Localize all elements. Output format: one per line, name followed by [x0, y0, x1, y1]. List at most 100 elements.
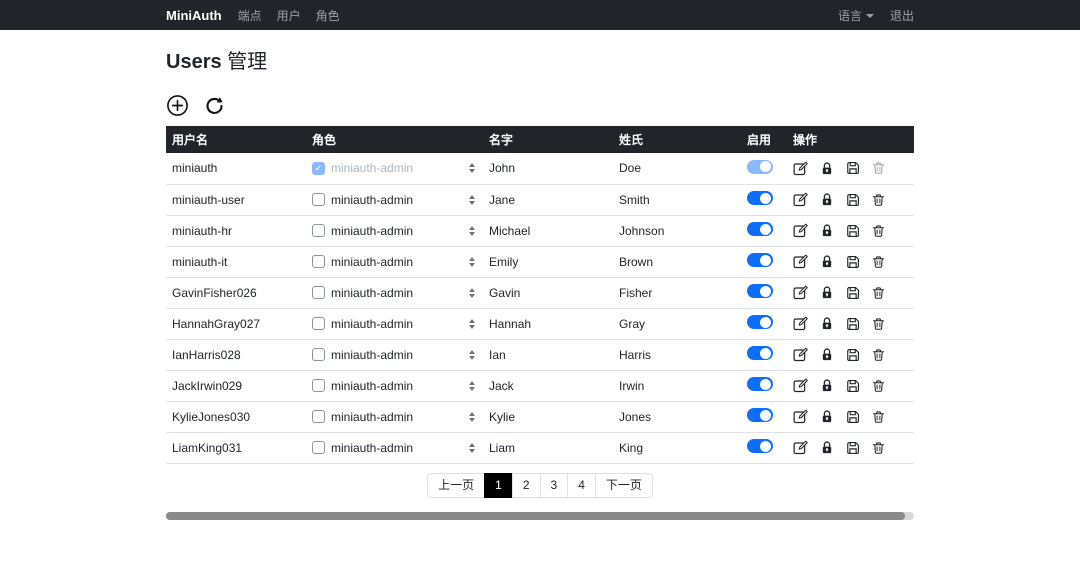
- spinner-up-icon[interactable]: [469, 287, 475, 292]
- delete-button[interactable]: [872, 441, 885, 455]
- role-spinner[interactable]: [469, 411, 477, 422]
- enabled-toggle[interactable]: [747, 346, 773, 360]
- delete-button[interactable]: [872, 410, 885, 424]
- save-button[interactable]: [846, 410, 860, 424]
- enabled-toggle[interactable]: [747, 284, 773, 298]
- enabled-toggle[interactable]: [747, 408, 773, 422]
- edit-button[interactable]: [793, 378, 808, 393]
- nav-item-roles[interactable]: 角色: [316, 7, 340, 24]
- reset-password-button[interactable]: [820, 440, 834, 455]
- delete-button[interactable]: [872, 379, 885, 393]
- edit-button[interactable]: [793, 192, 808, 207]
- reset-password-button[interactable]: [820, 378, 834, 393]
- reset-password-button[interactable]: [820, 409, 834, 424]
- enabled-toggle[interactable]: [747, 253, 773, 267]
- role-checkbox[interactable]: [312, 161, 325, 175]
- reset-password-button[interactable]: [820, 316, 834, 331]
- role-spinner[interactable]: [469, 318, 477, 329]
- role-spinner[interactable]: [469, 380, 477, 391]
- reset-password-button[interactable]: [820, 347, 834, 362]
- role-spinner[interactable]: [469, 256, 477, 267]
- logout-link[interactable]: 退出: [890, 7, 914, 24]
- add-user-button[interactable]: [166, 94, 189, 117]
- enabled-toggle[interactable]: [747, 191, 773, 205]
- save-button[interactable]: [846, 255, 860, 269]
- horizontal-scrollbar-track[interactable]: [166, 512, 914, 521]
- spinner-down-icon[interactable]: [469, 324, 475, 329]
- role-spinner[interactable]: [469, 442, 477, 453]
- spinner-down-icon[interactable]: [469, 262, 475, 267]
- language-dropdown[interactable]: 语言: [838, 7, 874, 24]
- spinner-down-icon[interactable]: [469, 448, 475, 453]
- delete-button[interactable]: [872, 224, 885, 238]
- spinner-down-icon[interactable]: [469, 200, 475, 205]
- delete-button[interactable]: [872, 255, 885, 269]
- spinner-up-icon[interactable]: [469, 225, 475, 230]
- horizontal-scrollbar-thumb[interactable]: [166, 512, 906, 521]
- role-spinner[interactable]: [469, 349, 477, 360]
- reset-password-button[interactable]: [820, 161, 834, 176]
- edit-button[interactable]: [793, 254, 808, 269]
- edit-button[interactable]: [793, 285, 808, 300]
- spinner-up-icon[interactable]: [469, 194, 475, 199]
- edit-button[interactable]: [793, 347, 808, 362]
- pagination-prev[interactable]: 上一页: [427, 472, 486, 499]
- brand-miniauth[interactable]: MiniAuth: [166, 8, 222, 23]
- spinner-down-icon[interactable]: [469, 355, 475, 360]
- reset-password-button[interactable]: [820, 192, 834, 207]
- refresh-button[interactable]: [204, 95, 225, 116]
- role-checkbox[interactable]: [312, 379, 325, 392]
- enabled-toggle[interactable]: [747, 222, 773, 236]
- role-checkbox[interactable]: [312, 317, 325, 330]
- spinner-down-icon[interactable]: [469, 231, 475, 236]
- enabled-toggle[interactable]: [747, 159, 773, 174]
- spinner-up-icon[interactable]: [469, 256, 475, 261]
- delete-button[interactable]: [872, 286, 885, 300]
- pagination-page-4[interactable]: 4: [567, 472, 596, 499]
- spinner-down-icon[interactable]: [469, 386, 475, 391]
- role-spinner[interactable]: [469, 287, 477, 298]
- spinner-up-icon[interactable]: [469, 163, 475, 168]
- spinner-up-icon[interactable]: [469, 442, 475, 447]
- edit-button[interactable]: [793, 409, 808, 424]
- save-button[interactable]: [846, 161, 860, 175]
- role-checkbox[interactable]: [312, 441, 325, 454]
- role-checkbox[interactable]: [312, 255, 325, 268]
- role-checkbox[interactable]: [312, 224, 325, 237]
- save-button[interactable]: [846, 441, 860, 455]
- role-spinner[interactable]: [469, 163, 477, 174]
- role-checkbox[interactable]: [312, 410, 325, 423]
- enabled-toggle[interactable]: [747, 315, 773, 329]
- edit-button[interactable]: [793, 316, 808, 331]
- edit-button[interactable]: [793, 223, 808, 238]
- spinner-down-icon[interactable]: [469, 169, 475, 174]
- spinner-up-icon[interactable]: [469, 411, 475, 416]
- enabled-toggle[interactable]: [747, 377, 773, 391]
- save-button[interactable]: [846, 379, 860, 393]
- edit-button[interactable]: [793, 161, 808, 176]
- reset-password-button[interactable]: [820, 254, 834, 269]
- reset-password-button[interactable]: [820, 285, 834, 300]
- delete-button[interactable]: [872, 348, 885, 362]
- role-checkbox[interactable]: [312, 286, 325, 299]
- save-button[interactable]: [846, 193, 860, 207]
- save-button[interactable]: [846, 224, 860, 238]
- role-checkbox[interactable]: [312, 193, 325, 206]
- pagination-page-2[interactable]: 2: [511, 472, 541, 499]
- role-spinner[interactable]: [469, 194, 477, 205]
- delete-button[interactable]: [872, 193, 885, 207]
- reset-password-button[interactable]: [820, 223, 834, 238]
- nav-item-endpoints[interactable]: 端点: [238, 7, 262, 24]
- spinner-down-icon[interactable]: [469, 417, 475, 422]
- save-button[interactable]: [846, 286, 860, 300]
- delete-button[interactable]: [872, 317, 885, 331]
- pagination-next[interactable]: 下一页: [594, 472, 653, 499]
- nav-item-users[interactable]: 用户: [277, 7, 301, 24]
- role-spinner[interactable]: [469, 225, 477, 236]
- role-checkbox[interactable]: [312, 348, 325, 361]
- pagination-page-3[interactable]: 3: [539, 472, 569, 499]
- spinner-up-icon[interactable]: [469, 318, 475, 323]
- spinner-up-icon[interactable]: [469, 380, 475, 385]
- edit-button[interactable]: [793, 440, 808, 455]
- save-button[interactable]: [846, 348, 860, 362]
